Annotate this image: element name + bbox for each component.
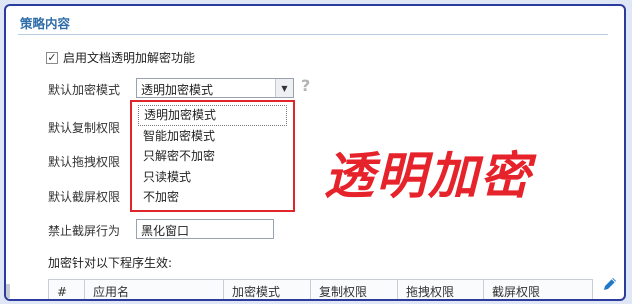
section-divider (18, 34, 608, 35)
block-screenshot-value: 黑化窗口 (141, 224, 190, 238)
encrypt-mode-label: 默认加密模式 (48, 83, 121, 97)
scrollbar[interactable] (6, 284, 10, 298)
program-table-label: 加密针对以下程序生效: (48, 256, 173, 270)
dropdown-option[interactable]: 只读模式 (138, 167, 287, 188)
block-screenshot-select[interactable]: 黑化窗口 (136, 219, 274, 239)
dropdown-option[interactable]: 透明加密模式 (138, 105, 287, 126)
help-icon[interactable]: ? (301, 76, 310, 95)
column-header[interactable]: 拖拽权限 (398, 280, 484, 299)
encrypt-mode-value: 透明加密模式 (141, 83, 214, 97)
column-header[interactable]: # (49, 280, 85, 299)
column-header[interactable]: 加密模式 (224, 280, 311, 299)
enable-encryption-label: 启用文档透明加解密功能 (63, 51, 196, 65)
policy-panel: 策略内容 ✓ 启用文档透明加解密功能 默认加密模式 透明加密模式 ▼ ? 默认复… (4, 4, 626, 301)
block-screenshot-label: 禁止截屏行为 (48, 224, 121, 238)
enable-encryption-checkbox[interactable]: ✓ (46, 51, 58, 64)
dropdown-option[interactable]: 只解密不加密 (138, 146, 287, 167)
program-table-header: # 应用名 加密模式 复制权限 拖拽权限 截屏权限 (48, 279, 593, 299)
dropdown-option[interactable]: 不加密 (138, 187, 287, 208)
column-header[interactable]: 截屏权限 (484, 280, 592, 299)
encrypt-mode-select[interactable]: 透明加密模式 ▼ (136, 78, 294, 98)
encrypt-mode-dropdown: 透明加密模式 智能加密模式 只解密不加密 只读模式 不加密 (130, 100, 295, 212)
section-title: 策略内容 (20, 16, 71, 31)
screenshot-permission-label: 默认截屏权限 (48, 190, 121, 204)
chevron-down-icon[interactable]: ▼ (275, 79, 293, 97)
edit-pencil-icon[interactable] (602, 276, 618, 292)
copy-permission-label: 默认复制权限 (48, 121, 121, 135)
dropdown-option[interactable]: 智能加密模式 (138, 126, 287, 147)
drag-permission-label: 默认拖拽权限 (48, 155, 121, 169)
enable-encryption-row[interactable]: ✓ 启用文档透明加解密功能 (46, 49, 195, 66)
column-header[interactable]: 复制权限 (311, 280, 398, 299)
column-header[interactable]: 应用名 (85, 280, 224, 299)
annotation-text: 透明加密 (324, 146, 532, 205)
